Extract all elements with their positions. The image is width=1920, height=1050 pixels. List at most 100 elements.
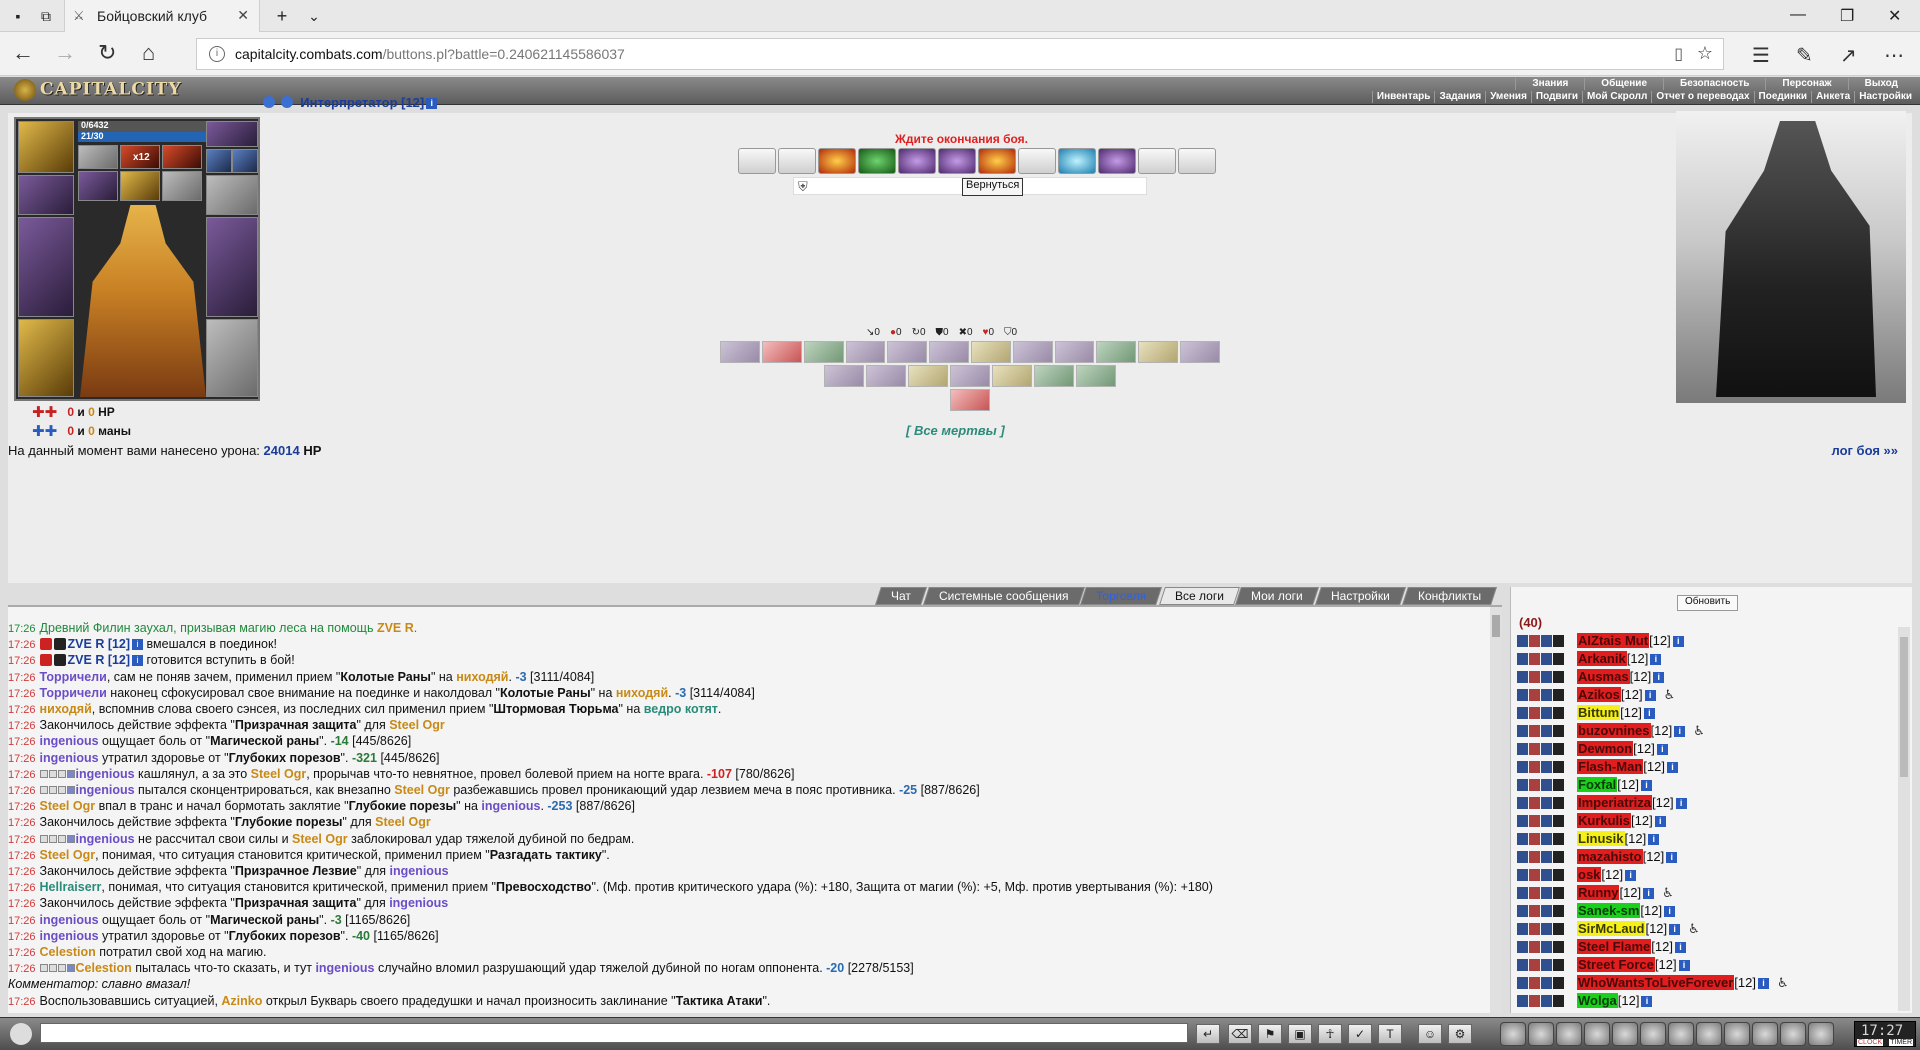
scroll-slot[interactable] bbox=[1098, 148, 1136, 174]
skill-slot[interactable] bbox=[845, 341, 886, 363]
player-row[interactable]: Wolga[12] i bbox=[1517, 993, 1653, 1011]
info-icon[interactable]: i bbox=[1674, 726, 1686, 737]
scroll-slot[interactable] bbox=[1058, 148, 1096, 174]
quick-slot[interactable] bbox=[1808, 1022, 1834, 1046]
skill-slot[interactable] bbox=[950, 365, 990, 387]
close-tab-icon[interactable]: ✕ bbox=[237, 7, 249, 24]
item-slot[interactable] bbox=[120, 171, 160, 201]
info-icon[interactable]: i bbox=[1666, 852, 1678, 863]
menu-battles[interactable]: Поединки bbox=[1753, 91, 1812, 103]
skill-slot[interactable] bbox=[971, 341, 1011, 363]
tab-trade[interactable]: Торговля bbox=[1080, 587, 1163, 605]
info-icon[interactable]: i bbox=[1648, 834, 1660, 845]
player-row[interactable]: Kurkulis[12] i bbox=[1517, 813, 1666, 831]
player-row[interactable]: buzovnines[12] i ♿ bbox=[1517, 723, 1705, 741]
menu-quests[interactable]: Задания bbox=[1434, 91, 1485, 103]
skill-slot[interactable] bbox=[908, 365, 948, 387]
browser-tab[interactable]: ⚔ Бойцовский клуб ✕ bbox=[64, 0, 260, 32]
player-row[interactable]: AIZtais Mut[12] i bbox=[1517, 633, 1684, 651]
scroll-slot[interactable] bbox=[938, 148, 976, 174]
more-icon[interactable]: ⋯ bbox=[1884, 43, 1904, 68]
player-row[interactable]: mazahisto[12] i bbox=[1517, 849, 1678, 867]
info-icon[interactable]: i bbox=[1643, 888, 1655, 899]
item-slot[interactable] bbox=[78, 171, 118, 201]
bracers-slot[interactable] bbox=[18, 175, 74, 215]
skill-slot[interactable] bbox=[1054, 341, 1095, 363]
player-name[interactable]: ingenious bbox=[389, 896, 448, 910]
players-scrollbar[interactable] bbox=[1898, 627, 1910, 1011]
pen-icon[interactable]: ✎ bbox=[1796, 43, 1813, 68]
player-row[interactable]: Flash-Man[12] i bbox=[1517, 759, 1678, 777]
chat-icon[interactable] bbox=[10, 1023, 32, 1045]
site-info-icon[interactable]: i bbox=[209, 46, 225, 62]
player-name[interactable]: Runny bbox=[1577, 885, 1620, 900]
helmet-slot[interactable] bbox=[18, 121, 74, 173]
player-name[interactable]: ingenious bbox=[76, 832, 135, 846]
skill-slot[interactable] bbox=[887, 341, 928, 363]
item-slot[interactable] bbox=[162, 145, 202, 169]
player-name[interactable]: Arkanik bbox=[1577, 651, 1627, 666]
url-field[interactable]: i capitalcity.combats.com/buttons.pl?bat… bbox=[196, 38, 1724, 70]
skill-slot[interactable] bbox=[761, 341, 802, 363]
player-name[interactable]: ниходяй bbox=[40, 702, 92, 716]
player-name[interactable]: SirMcLaud bbox=[1577, 921, 1646, 936]
player-row[interactable]: Dewmon[12] i bbox=[1517, 741, 1668, 759]
battle-log-link[interactable]: лог боя »» bbox=[1831, 443, 1898, 458]
player-name[interactable]: mazahisto bbox=[1577, 849, 1643, 864]
scroll-slot[interactable] bbox=[778, 148, 816, 174]
player-name[interactable]: Azinko bbox=[221, 994, 262, 1008]
shield-slot[interactable] bbox=[18, 319, 74, 397]
player-name[interactable]: ingenious bbox=[40, 734, 99, 748]
tab-list-icon[interactable]: ⌄ bbox=[304, 7, 324, 25]
player-name[interactable]: buzovnines bbox=[1577, 723, 1651, 738]
player-row[interactable]: Street Force[12] i bbox=[1517, 957, 1690, 975]
quick-slot[interactable] bbox=[1500, 1022, 1526, 1046]
info-icon[interactable]: i bbox=[1666, 762, 1678, 773]
info-icon[interactable]: i bbox=[1675, 798, 1687, 809]
tab-chat[interactable]: Чат bbox=[875, 587, 927, 605]
boots-slot[interactable] bbox=[206, 319, 258, 397]
player-name[interactable]: ZVE R [12] bbox=[68, 637, 131, 651]
refresh-button[interactable]: Обновить bbox=[1677, 595, 1739, 611]
menu-inventory[interactable]: Инвентарь bbox=[1371, 91, 1435, 103]
filter-icon[interactable]: ⚑ bbox=[1258, 1024, 1282, 1044]
player-name[interactable]: ведро котят bbox=[644, 702, 718, 716]
scroll-slot[interactable] bbox=[818, 148, 856, 174]
save-icon[interactable]: ▣ bbox=[1288, 1024, 1312, 1044]
info-icon[interactable]: i bbox=[1757, 978, 1769, 989]
quick-slot[interactable] bbox=[1668, 1022, 1694, 1046]
player-row[interactable]: Sanek-sm[12] i bbox=[1517, 903, 1676, 921]
scroll-slot[interactable] bbox=[1018, 148, 1056, 174]
player-name[interactable]: ниходяй bbox=[616, 686, 668, 700]
menu-security[interactable]: Безопасность bbox=[1663, 78, 1765, 90]
player-row[interactable]: Foxfal[12] i bbox=[1517, 777, 1652, 795]
player-name[interactable]: Azikos bbox=[1577, 687, 1621, 702]
scroll-slot[interactable] bbox=[978, 148, 1016, 174]
skill-slot[interactable] bbox=[866, 365, 906, 387]
info-icon[interactable]: i bbox=[1654, 816, 1666, 827]
tab-preview-icon[interactable]: ⧉ bbox=[36, 7, 56, 25]
quick-slot[interactable] bbox=[1752, 1022, 1778, 1046]
forward-icon[interactable]: → bbox=[54, 42, 76, 64]
player-name[interactable]: Dewmon bbox=[1577, 741, 1634, 756]
tab-my-logs[interactable]: Мои логи bbox=[1235, 587, 1320, 605]
scroll-slot[interactable] bbox=[1178, 148, 1216, 174]
quick-slot[interactable] bbox=[1724, 1022, 1750, 1046]
share-icon[interactable]: ↗ bbox=[1840, 43, 1857, 68]
player-name[interactable]: ingenious bbox=[76, 783, 135, 797]
info-icon[interactable]: i bbox=[1653, 672, 1665, 683]
quick-slot[interactable] bbox=[1528, 1022, 1554, 1046]
tab-settings[interactable]: Настройки bbox=[1315, 587, 1406, 605]
menu-transfers[interactable]: Отчет о переводах bbox=[1651, 91, 1753, 103]
player-row[interactable]: WhoWantsToLiveForever[12] i ♿ bbox=[1517, 975, 1789, 993]
player-row[interactable]: SirMcLaud[12] i ♿ bbox=[1517, 921, 1700, 939]
refresh-icon[interactable]: ↻ bbox=[98, 42, 116, 64]
player-name[interactable]: Steel Ogr bbox=[292, 832, 348, 846]
info-icon[interactable]: i bbox=[1641, 996, 1653, 1007]
player-name[interactable]: AIZtais Mut bbox=[1577, 633, 1650, 648]
info-icon[interactable]: i bbox=[1678, 960, 1690, 971]
skill-slot[interactable] bbox=[824, 365, 864, 387]
player-row[interactable]: Steel Flame[12] i bbox=[1517, 939, 1686, 957]
info-icon[interactable]: i bbox=[1640, 780, 1652, 791]
player-name[interactable]: Steel Ogr bbox=[375, 815, 431, 829]
